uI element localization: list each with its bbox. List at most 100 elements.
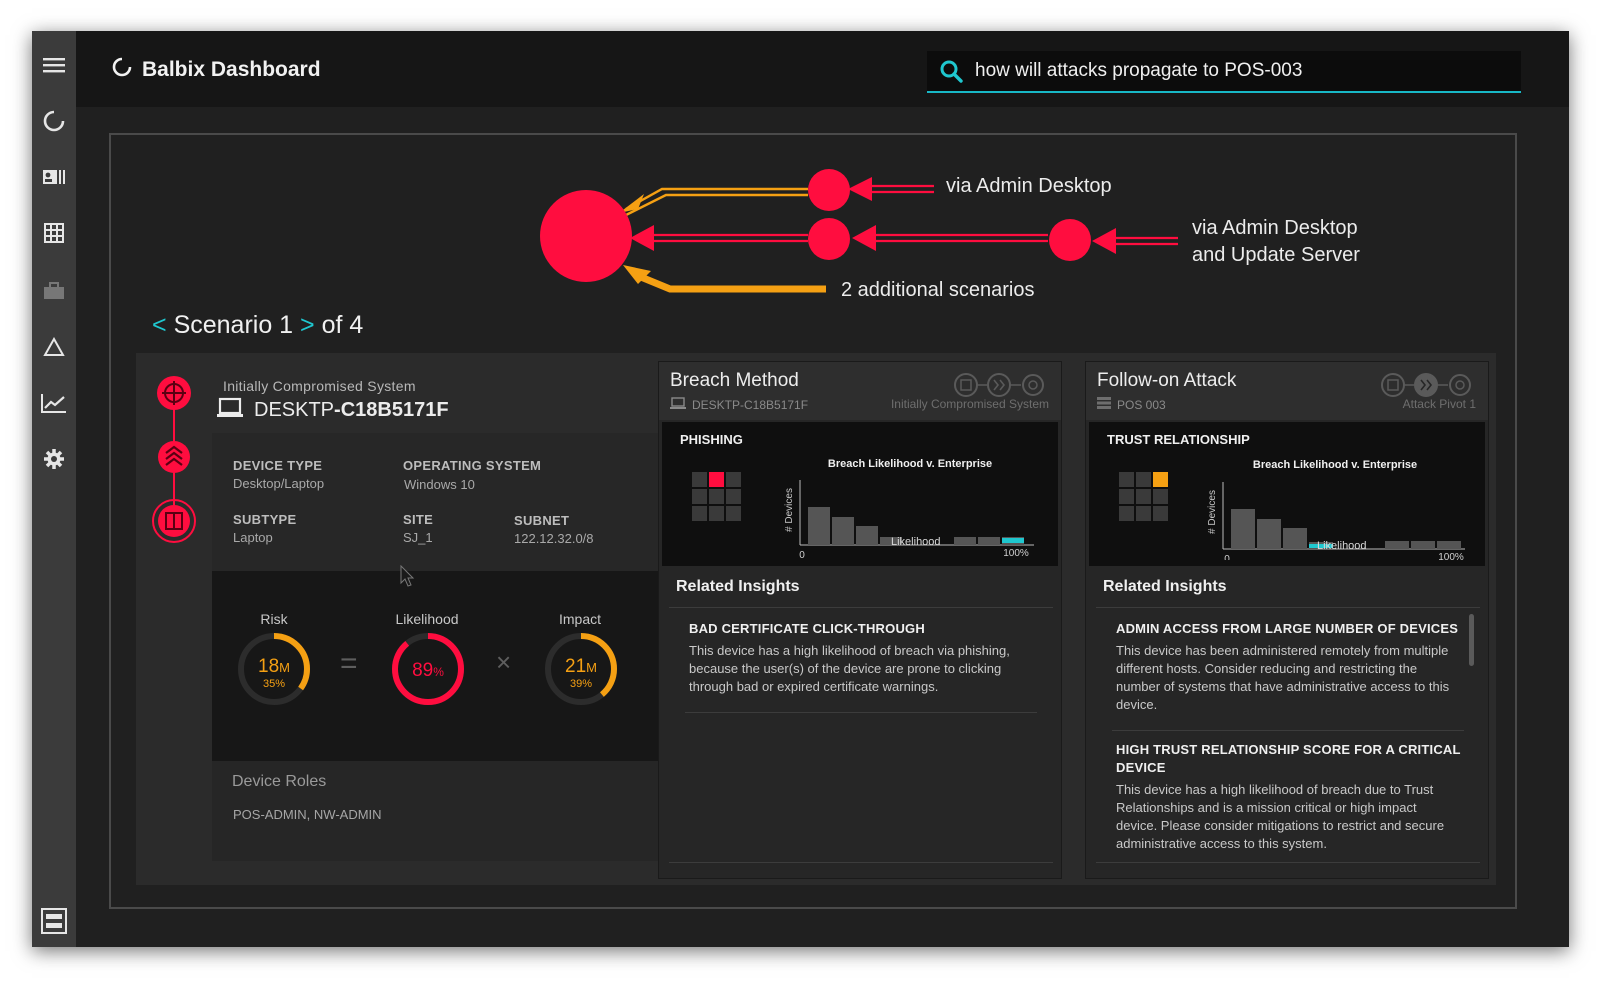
divider (669, 862, 1053, 863)
likelihood-value: 89 (412, 660, 433, 681)
device-type-label: DEVICE TYPE (233, 458, 323, 473)
x-min-label: 0 (1224, 554, 1230, 560)
prev-scenario-button[interactable]: < (152, 311, 167, 339)
matrix-cell-active (709, 472, 724, 487)
card-header: Breach Method DESKTP-C18B5171F Initially… (659, 362, 1061, 420)
target-step-icon[interactable] (157, 376, 191, 410)
path-label-line2: and Update Server (1192, 244, 1360, 266)
scenario-navigator: < Scenario 1 > of 4 (152, 311, 363, 340)
matrix-cell (1136, 506, 1151, 521)
insights-title: Related Insights (1103, 578, 1227, 595)
card-header: Follow-on Attack POS 003 Attack Pivot 1 (1086, 362, 1488, 420)
card-sub-right: Initially Compromised System (890, 397, 1049, 411)
site-value: SJ_1 (403, 530, 433, 545)
os-label: OPERATING SYSTEM (403, 458, 542, 473)
x-axis-label: Likelihood (1317, 540, 1367, 552)
next-scenario-button[interactable]: > (300, 311, 315, 339)
insights-title: Related Insights (676, 578, 800, 595)
app-title: Balbix Dashboard (112, 57, 321, 83)
device-header-label: Initially Compromised System (223, 378, 416, 394)
card-step-icons (1381, 373, 1471, 397)
trend-chart-icon[interactable] (40, 389, 68, 417)
risk-metrics: Risk Likelihood Impact 18M 35% = 89% × 2… (212, 571, 658, 761)
impact-gauge: 21M 39% (545, 633, 617, 705)
svg-text:21M: 21M (565, 656, 597, 677)
matrix-cell (1153, 489, 1168, 504)
impact-value: 21 (565, 656, 586, 677)
risk-percent: 35 (263, 678, 275, 690)
insights-scrollbar[interactable] (1469, 614, 1474, 666)
card-subtitle: DESKTP-C18B5171F (670, 397, 808, 412)
insight-title: BAD CERTIFICATE CLICK-THROUGH (689, 621, 925, 636)
loader-icon[interactable] (40, 107, 68, 135)
chart-title: Breach Likelihood v. Enterprise (1253, 459, 1417, 471)
subtype-label: SUBTYPE (233, 512, 297, 527)
insight-item[interactable]: HIGH TRUST RELATIONSHIP SCORE FOR A CRIT… (1116, 741, 1461, 853)
id-card-icon[interactable] (40, 163, 68, 191)
warning-triangle-icon[interactable] (40, 333, 68, 361)
impact-percent: 39 (570, 678, 582, 690)
matrix-cell (1119, 489, 1134, 504)
target-icon (1449, 374, 1471, 396)
svg-text:89%: 89% (412, 660, 444, 681)
os-value: Windows 10 (404, 477, 475, 492)
device-name: DESKTP-C18B5171F (216, 397, 449, 424)
matrix-cell (692, 489, 707, 504)
svg-text:39%: 39% (570, 678, 592, 690)
search-bar[interactable] (927, 51, 1521, 93)
app-window: Balbix Dashboard how will attacks propag… (32, 31, 1569, 947)
divider (1096, 607, 1480, 608)
svg-text:18M: 18M (258, 656, 290, 677)
svg-text:35%: 35% (263, 678, 285, 690)
device-roles-value: POS-ADMIN, NW-ADMIN (233, 807, 382, 822)
gear-icon[interactable] (40, 445, 68, 473)
grid-icon[interactable] (40, 219, 68, 247)
divider (669, 607, 1053, 608)
follow-on-method-name: TRUST RELATIONSHIP (1107, 432, 1250, 447)
divider (685, 712, 1037, 713)
matrix-cell (726, 472, 741, 487)
matrix-cell (1119, 506, 1134, 521)
path-label-additional[interactable]: 2 additional scenarios (841, 277, 1034, 304)
insight-item[interactable]: ADMIN ACCESS FROM LARGE NUMBER OF DEVICE… (1116, 620, 1461, 714)
device-roles: Device Roles POS-ADMIN, NW-ADMIN (212, 761, 658, 861)
insight-body: This device has a high likelihood of bre… (1116, 782, 1445, 851)
divider (1096, 862, 1480, 863)
subtype-value: Laptop (233, 530, 273, 545)
top-bar: Balbix Dashboard (76, 31, 1569, 107)
insight-item[interactable]: BAD CERTIFICATE CLICK-THROUGH This devic… (689, 620, 1034, 696)
risk-gauge: 18M 35% (238, 633, 310, 705)
matrix-cell (1136, 489, 1151, 504)
search-icon[interactable] (927, 59, 975, 83)
device-type-value: Desktop/Laptop (233, 476, 325, 491)
chart-title: Breach Likelihood v. Enterprise (828, 458, 992, 470)
briefcase-icon[interactable] (40, 277, 68, 305)
risk-unit: M (279, 660, 290, 675)
laptop-icon (670, 397, 686, 412)
insight-title: HIGH TRUST RELATIONSHIP SCORE FOR A CRIT… (1116, 742, 1461, 775)
network-icon (1381, 373, 1405, 397)
insight-body: This device has a high likelihood of bre… (689, 643, 1010, 694)
y-axis-label: # Devices (784, 488, 795, 532)
menu-icon[interactable] (40, 51, 68, 79)
follow-on-attack-card: Follow-on Attack POS 003 Attack Pivot 1 … (1085, 361, 1489, 879)
network-step-icon[interactable] (152, 499, 196, 543)
device-info: DEVICE TYPE Desktop/Laptop OPERATING SYS… (212, 433, 658, 573)
risk-label: Risk (260, 611, 288, 627)
chevrons-step-icon[interactable] (158, 441, 190, 473)
site-label: SITE (403, 512, 434, 527)
app-title-text: Balbix Dashboard (142, 58, 321, 81)
loader-icon (112, 57, 132, 83)
matrix-cell-active (1153, 472, 1168, 487)
collapse-icon[interactable] (40, 907, 68, 935)
scenario-label: Scenario 1 (173, 311, 294, 339)
search-input[interactable] (975, 60, 1495, 82)
matrix-cell (726, 506, 741, 521)
x-axis-label: Likelihood (891, 536, 941, 548)
card-sub-text: POS 003 (1117, 397, 1166, 412)
matrix-cell (692, 472, 707, 487)
matrix-cell (709, 506, 724, 521)
highlight-bar (1002, 538, 1024, 543)
attack-stepper (152, 376, 196, 543)
device-roles-title: Device Roles (232, 773, 327, 790)
